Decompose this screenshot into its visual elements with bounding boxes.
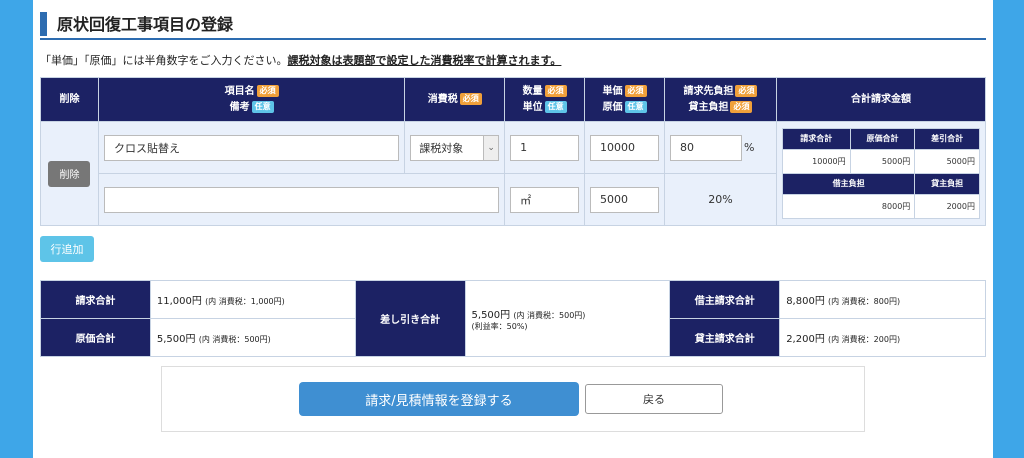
header-tax-label: 消費税 xyxy=(427,93,458,105)
remarks-input[interactable] xyxy=(103,186,500,213)
diff-total-margin: (利益率：50%) xyxy=(471,321,528,331)
landlord-total-cell: 2,200円 (内 消費税：200円) xyxy=(779,318,986,357)
header-cost-label: 原価 xyxy=(602,101,623,113)
notice-emphasis: 課税対象は表題部で設定した消費税率で計算されます。 xyxy=(287,54,562,67)
optional-badge: 任意 xyxy=(544,100,567,113)
optional-badge: 任意 xyxy=(251,100,274,113)
required-badge: 必須 xyxy=(735,84,758,97)
billing-total-value: 11,000円 xyxy=(156,296,202,307)
remarks-cell xyxy=(97,173,506,226)
header-unit-price-label: 単価 xyxy=(602,85,623,97)
back-button[interactable]: 戻る xyxy=(585,384,723,414)
landlord-total-value: 2,200円 xyxy=(786,334,825,345)
item-name-cell: クロス貼替え xyxy=(97,121,406,174)
item-name-input[interactable]: クロス貼替え xyxy=(103,134,400,161)
input-notice: 「単価」「原価」には半角数字をご入力ください。課税対象は表題部で設定した消費税率… xyxy=(40,52,561,68)
header-quantity: 数量 必須 単位 任意 xyxy=(504,77,586,122)
header-quantity-label: 数量 xyxy=(522,85,543,97)
billing-share-cell: 80 % xyxy=(664,121,777,174)
cost-cell: 5000 xyxy=(584,173,665,226)
summary-diff-total-header: 差引合計 xyxy=(914,128,980,150)
cost-total-label: 原価合計 xyxy=(40,318,151,357)
unit-cell: ㎡ xyxy=(504,173,586,226)
landlord-total-label: 貸主請求合計 xyxy=(669,318,781,357)
diff-total-cell: 5,500円 (内 消費税：500円) (利益率：50%) xyxy=(464,280,671,357)
cost-total-value: 5,500円 xyxy=(156,334,196,345)
required-badge: 必須 xyxy=(459,92,482,105)
page-header: 原状回復工事項目の登録 xyxy=(40,8,986,40)
required-badge: 必須 xyxy=(544,84,567,97)
unit-input[interactable]: ㎡ xyxy=(510,186,580,213)
unit-price-input[interactable]: 10000 xyxy=(590,134,659,161)
tenant-total-value: 8,800円 xyxy=(786,296,825,307)
percent-symbol: % xyxy=(744,141,755,154)
landlord-total-tax: (内 消費税：200円) xyxy=(828,335,901,344)
items-header-row: 削除 項目名 必須 備考 任意 消費税 必須 数量 必須 単位 任意 単価 必須 原価 任意 … xyxy=(40,77,987,122)
main-panel: 原状回復工事項目の登録 「単価」「原価」には半角数字をご入力ください。課税対象は… xyxy=(33,0,993,458)
billing-share-group: 80 % xyxy=(670,134,771,161)
header-item-name: 項目名 必須 備考 任意 xyxy=(97,77,406,122)
header-tax: 消費税 必須 xyxy=(404,77,506,122)
header-delete: 削除 xyxy=(40,77,99,122)
unit-price-cell: 10000 xyxy=(584,121,665,174)
summary-landlord: 2000円 xyxy=(914,194,980,219)
required-badge: 必須 xyxy=(624,84,647,97)
landlord-share-value: 20% xyxy=(664,173,777,226)
tax-select-value: 課税対象 xyxy=(419,141,464,155)
header-item-name-label: 項目名 xyxy=(224,85,255,97)
tenant-total-cell: 8,800円 (内 消費税：800円) xyxy=(779,280,986,319)
chevron-down-icon: ⌄ xyxy=(483,135,499,160)
diff-total-tax: (内 消費税：500円) xyxy=(513,310,586,320)
optional-badge: 任意 xyxy=(624,100,647,113)
cost-total-cell: 5,500円 (内 消費税：500円) xyxy=(149,318,356,357)
header-price: 単価 必須 原価 任意 xyxy=(584,77,665,122)
action-area: 請求/見積情報を登録する 戻る xyxy=(161,366,865,432)
quantity-cell: 1 xyxy=(504,121,586,174)
items-table: 削除 項目名 必須 備考 任意 消費税 必須 数量 必須 単位 任意 単価 必須 原価 任意 … xyxy=(40,77,987,226)
item-row-top: 削除 クロス貼替え 課税対象 ⌄ 1 10000 80 % 請求合計 原価合計 … xyxy=(40,121,987,226)
required-badge: 必須 xyxy=(730,100,753,113)
tax-select[interactable]: 課税対象 ⌄ xyxy=(410,134,500,161)
summary-diff-total: 5000円 xyxy=(914,149,980,174)
header-landlord-share-label: 貸主負担 xyxy=(688,101,729,113)
billing-share-input[interactable]: 80 xyxy=(670,134,742,161)
billing-total-label: 請求合計 xyxy=(40,280,151,319)
title-accent xyxy=(40,12,47,36)
cost-input[interactable]: 5000 xyxy=(590,186,659,213)
tenant-total-tax: (内 消費税：800円) xyxy=(828,297,901,306)
row-summary-cell: 請求合計 原価合計 差引合計 10000円 5000円 5000円 借主負担 貸… xyxy=(775,121,987,226)
summary-tenant: 8000円 xyxy=(781,194,916,219)
header-total: 合計請求金額 xyxy=(775,77,987,122)
header-remarks-label: 備考 xyxy=(229,101,250,113)
summary-tenant-header: 借主負担 xyxy=(781,173,916,195)
totals-row-top: 請求合計 11,000円 (内 消費税：1,000円) 差し引き合計 5,500… xyxy=(40,280,986,357)
header-billing-share-label: 請求先負担 xyxy=(683,85,734,97)
diff-total-label: 差し引き合計 xyxy=(354,280,466,357)
quantity-input[interactable]: 1 xyxy=(510,134,580,161)
tenant-total-label: 借主請求合計 xyxy=(669,280,781,319)
billing-total-tax: (内 消費税：1,000円) xyxy=(205,297,285,306)
summary-billing-total: 10000円 xyxy=(781,149,851,174)
summary-cost-total: 5000円 xyxy=(849,149,916,174)
delete-cell: 削除 xyxy=(40,121,99,226)
tax-cell: 課税対象 ⌄ xyxy=(404,121,506,174)
notice-text: 「単価」「原価」には半角数字をご入力ください。 xyxy=(40,54,288,67)
page-title: 原状回復工事項目の登録 xyxy=(57,15,234,34)
diff-total-value: 5,500円 xyxy=(471,309,511,321)
header-share: 請求先負担 必須 貸主負担 必須 xyxy=(664,77,777,122)
billing-total-cell: 11,000円 (内 消費税：1,000円) xyxy=(149,280,356,319)
cost-total-tax: (内 消費税：500円) xyxy=(198,335,271,344)
delete-row-button[interactable]: 削除 xyxy=(48,160,91,187)
totals-table: 請求合計 11,000円 (内 消費税：1,000円) 差し引き合計 5,500… xyxy=(40,280,986,357)
required-badge: 必須 xyxy=(256,84,279,97)
add-row-button[interactable]: 行追加 xyxy=(40,236,94,262)
submit-button[interactable]: 請求/見積情報を登録する xyxy=(299,382,579,416)
summary-billing-total-header: 請求合計 xyxy=(781,128,851,150)
summary-landlord-header: 貸主負担 xyxy=(914,173,980,195)
row-summary-table: 請求合計 原価合計 差引合計 10000円 5000円 5000円 借主負担 貸… xyxy=(781,128,980,219)
summary-cost-total-header: 原価合計 xyxy=(849,128,916,150)
header-unit-label: 単位 xyxy=(522,101,543,113)
